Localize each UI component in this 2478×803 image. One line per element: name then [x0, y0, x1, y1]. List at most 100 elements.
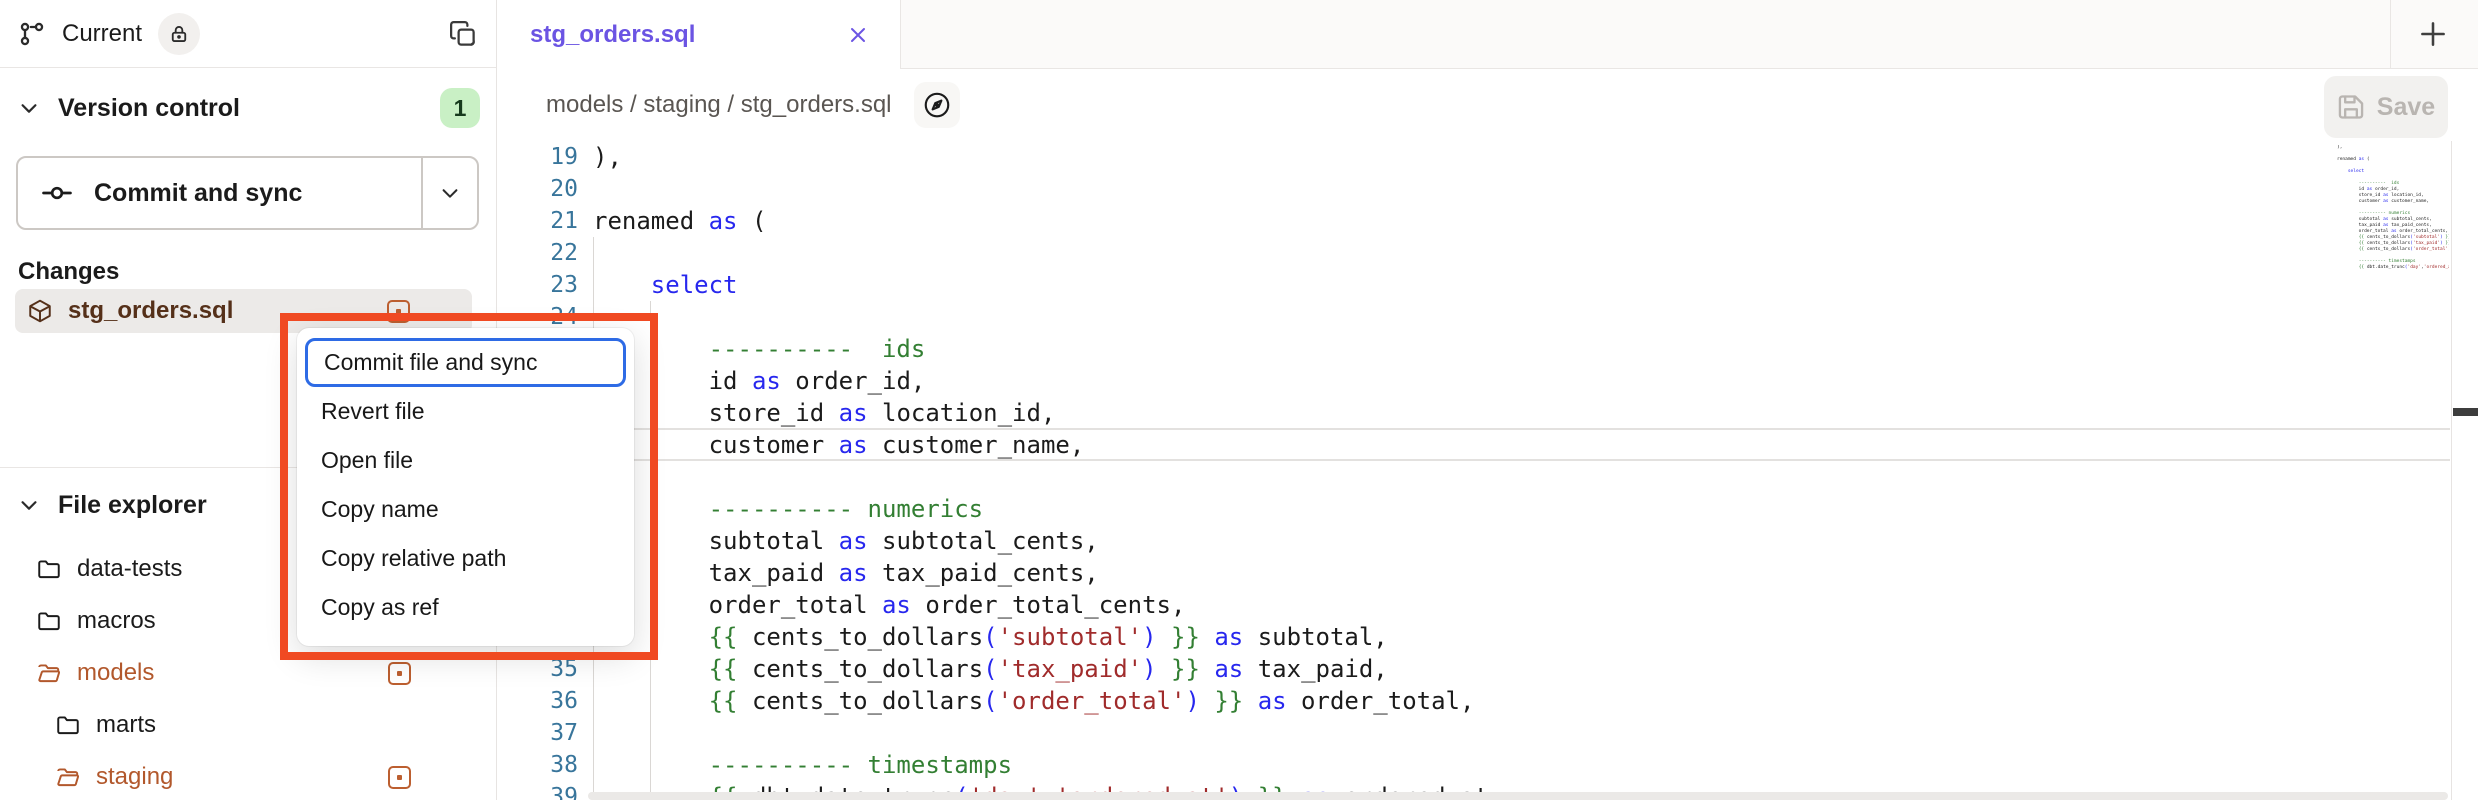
folder-icon	[36, 608, 62, 634]
code-text: customer as customer_name,	[593, 431, 1084, 459]
lineage-button[interactable]	[914, 82, 960, 128]
line-number: 35	[498, 656, 578, 682]
folder-item-models[interactable]: models	[0, 647, 495, 699]
plus-icon	[2416, 17, 2450, 51]
file-explorer-title: File explorer	[58, 491, 207, 520]
folder-label: staging	[96, 763, 173, 791]
folder-open-icon	[36, 660, 62, 686]
branch-name: Current	[62, 20, 142, 48]
code-text: renamed as (	[593, 207, 766, 235]
context-menu-item-commit-file-and-sync[interactable]: Commit file and sync	[305, 338, 626, 387]
line-number: 19	[498, 144, 578, 170]
code-text: ),	[593, 143, 622, 171]
dbt-ide-app: Current Version control	[0, 0, 2478, 800]
code-editor[interactable]: 19),2021renamed as (2223 select2425 ----…	[498, 141, 2478, 800]
code-text: ---------- timestamps	[593, 751, 1012, 779]
overview-ruler-cursor-mark	[2453, 408, 2478, 416]
folder-item-marts[interactable]: marts	[0, 699, 495, 751]
folder-icon	[55, 712, 81, 738]
changes-section-title: Changes	[18, 258, 119, 286]
folder-open-icon	[55, 764, 81, 790]
changes-count-badge: 1	[440, 88, 480, 128]
code-text: store_id as location_id,	[593, 399, 1055, 427]
changed-file-row[interactable]: stg_orders.sql	[15, 289, 472, 333]
context-menu-item-open-file[interactable]: Open file	[305, 436, 626, 485]
chevron-down-icon	[18, 97, 40, 119]
changed-file-name: stg_orders.sql	[68, 297, 233, 325]
context-menu-item-revert-file[interactable]: Revert file	[305, 387, 626, 436]
modified-dot-badge	[388, 662, 411, 685]
code-line[interactable]: 37	[498, 717, 593, 749]
code-text: order_total as order_total_cents,	[593, 591, 1185, 619]
tab-title: stg_orders.sql	[530, 21, 695, 49]
code-text: {{ cents_to_dollars('tax_paid') }} as ta…	[593, 655, 1388, 683]
code-text: id as order_id,	[593, 367, 925, 395]
file-context-menu: Commit file and syncRevert fileOpen file…	[297, 328, 634, 646]
git-commit-icon	[40, 176, 74, 210]
line-number: 39	[498, 784, 578, 800]
model-cube-icon	[27, 298, 53, 324]
folder-label: data-tests	[77, 555, 182, 583]
new-tab-button[interactable]	[2398, 0, 2468, 68]
context-menu-item-copy-as-ref[interactable]: Copy as ref	[305, 583, 626, 632]
breadcrumb: models / staging / stg_orders.sql	[546, 91, 892, 119]
tab-strip: stg_orders.sql	[498, 0, 2478, 69]
folder-icon	[36, 556, 62, 582]
folder-item-staging[interactable]: staging	[0, 751, 495, 803]
line-number: 21	[498, 208, 578, 234]
chevron-down-icon	[439, 182, 461, 204]
breadcrumb-bar: models / staging / stg_orders.sql	[498, 69, 2478, 141]
code-line[interactable]: 36 {{ cents_to_dollars('order_total') }}…	[498, 685, 1474, 717]
branch-bar: Current	[0, 0, 496, 68]
code-line[interactable]: 23 select	[498, 269, 738, 301]
context-menu-item-copy-name[interactable]: Copy name	[305, 485, 626, 534]
version-control-title: Version control	[58, 94, 240, 123]
modified-dot-badge	[388, 766, 411, 789]
line-number: 23	[498, 272, 578, 298]
code-text: tax_paid as tax_paid_cents,	[593, 559, 1099, 587]
context-menu-item-copy-relative-path[interactable]: Copy relative path	[305, 534, 626, 583]
line-number: 37	[498, 720, 578, 746]
modified-dot-badge	[387, 300, 410, 323]
code-text: ---------- ids	[593, 335, 925, 363]
code-line[interactable]: 21 renamed as (	[498, 205, 766, 237]
code-text: select	[593, 271, 738, 299]
code-line[interactable]: 22	[498, 237, 593, 269]
line-number: 24	[498, 304, 578, 330]
code-text: ---------- numerics	[593, 495, 983, 523]
horizontal-scrollbar[interactable]	[588, 792, 2448, 800]
commit-and-sync-label: Commit and sync	[94, 179, 302, 208]
overview-ruler-divider	[2451, 141, 2452, 800]
save-label: Save	[2377, 93, 2435, 122]
copy-icon[interactable]	[448, 19, 478, 49]
minimap-line: {{ dbt.date_trunc('day','ordered_at') }}…	[2337, 265, 2449, 271]
line-number: 20	[498, 176, 578, 202]
code-line[interactable]: 35 {{ cents_to_dollars('tax_paid') }} as…	[498, 653, 1388, 685]
tabstrip-divider	[2390, 0, 2391, 68]
code-line[interactable]: 38 ---------- timestamps	[498, 749, 1012, 781]
tab-stg-orders[interactable]: stg_orders.sql	[498, 0, 901, 69]
commit-and-sync-button[interactable]: Commit and sync	[18, 158, 421, 228]
minimap[interactable]: ),renamed as ( select ---------- ids id …	[2337, 145, 2449, 785]
line-number: 38	[498, 752, 578, 778]
compass-icon	[922, 90, 952, 120]
version-control-header[interactable]: Version control 1	[18, 86, 480, 130]
code-line[interactable]: 19),	[498, 141, 622, 173]
line-number: 36	[498, 688, 578, 714]
floppy-disk-icon	[2337, 93, 2365, 121]
main-panel: stg_orders.sql models / staging / stg_or…	[498, 0, 2478, 800]
minimap-line: {{ cents_to_dollars('order_total') }} as…	[2337, 247, 2449, 253]
save-button[interactable]: Save	[2324, 76, 2448, 138]
code-text: {{ cents_to_dollars('order_total') }} as…	[593, 687, 1474, 715]
folder-label: marts	[96, 711, 156, 739]
git-branch-icon	[18, 20, 46, 48]
commit-and-sync-split-button: Commit and sync	[16, 156, 479, 230]
lock-icon	[169, 24, 189, 44]
commit-options-dropdown[interactable]	[421, 158, 477, 228]
close-x-icon[interactable]	[846, 23, 870, 47]
code-text: subtotal as subtotal_cents,	[593, 527, 1099, 555]
chevron-down-icon	[18, 494, 40, 516]
branch-readonly-pill	[158, 13, 200, 55]
folder-label: models	[77, 659, 154, 687]
code-line[interactable]: 20	[498, 173, 593, 205]
